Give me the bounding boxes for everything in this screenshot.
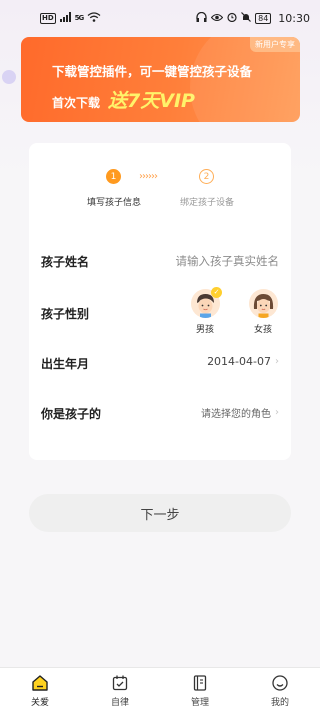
- step-indicator: 1 ›››››› 2 填写孩子信息 绑定孩子设备: [29, 167, 291, 217]
- hd-icon: HD: [40, 12, 56, 24]
- mute-bell-icon: [241, 11, 252, 25]
- parent-role-placeholder: 请选择您的角色: [201, 409, 271, 420]
- calendar-icon: [111, 674, 129, 692]
- battery-icon: 84: [255, 12, 272, 24]
- parent-role-label: 你是孩子的: [41, 407, 102, 421]
- decor-bubble: [2, 70, 16, 84]
- parent-role-select[interactable]: 请选择您的角色 ›: [201, 405, 279, 420]
- bottom-navigation: 关爱 自律 管理 我的: [0, 667, 320, 711]
- promo-banner[interactable]: 新用户专享 下载管控插件，可一键管控孩子设备 首次下载 送7天VIP: [21, 37, 300, 122]
- birth-date-row[interactable]: 出生年月 2014-04-07 ›: [41, 355, 279, 375]
- child-name-label: 孩子姓名: [41, 255, 90, 269]
- home-icon: [31, 674, 49, 692]
- step-1-circle: 1: [106, 169, 121, 184]
- nav-label-mine: 我的: [270, 698, 289, 708]
- girl-avatar-icon: [248, 289, 278, 318]
- selected-check-icon: ✓: [211, 287, 222, 298]
- headphones-icon: [196, 11, 207, 25]
- signal-icon: [59, 11, 74, 25]
- nav-item-manage[interactable]: 管理: [160, 668, 240, 711]
- network-type: 5G: [74, 14, 85, 22]
- parent-role-row[interactable]: 你是孩子的 请选择您的角色 ›: [41, 405, 279, 425]
- gender-option-boy[interactable]: ✓ 男孩: [187, 287, 223, 335]
- nav-item-discipline[interactable]: 自律: [80, 668, 160, 711]
- nav-label-discipline: 自律: [110, 698, 129, 708]
- status-right: 84 10:30: [196, 11, 310, 25]
- nav-item-care[interactable]: 关爱: [0, 668, 80, 711]
- eye-icon: [210, 12, 224, 25]
- birth-date-text: 2014-04-07: [207, 355, 271, 368]
- birth-date-value[interactable]: 2014-04-07 ›: [207, 355, 279, 368]
- promo-offer-prefix: 首次下载: [52, 96, 101, 110]
- step-progress-arrows: ››››››: [139, 171, 158, 182]
- status-left: HD 5G: [40, 11, 101, 25]
- promo-headline: 下载管控插件，可一键管控孩子设备: [52, 64, 253, 79]
- wifi-icon: [87, 11, 101, 25]
- status-time: 10:30: [278, 11, 310, 25]
- status-bar: HD 5G 84 10:30: [0, 0, 320, 36]
- child-name-input[interactable]: 请输入孩子真实姓名: [176, 253, 280, 269]
- gender-girl-label: 女孩: [253, 325, 272, 335]
- profile-smile-icon: [271, 674, 289, 692]
- step-1-label: 填写孩子信息: [87, 198, 142, 208]
- nav-item-mine[interactable]: 我的: [240, 668, 320, 711]
- gender-option-girl[interactable]: 女孩: [245, 289, 281, 335]
- step-2-label: 绑定孩子设备: [180, 198, 235, 208]
- child-info-card: 1 ›››››› 2 填写孩子信息 绑定孩子设备 孩子姓名 请输入孩子真实姓名 …: [29, 143, 291, 460]
- promo-offer-highlight: 送7天VIP: [108, 90, 195, 112]
- nav-label-care: 关爱: [30, 698, 49, 708]
- child-name-row[interactable]: 孩子姓名 请输入孩子真实姓名: [41, 253, 279, 273]
- nav-label-manage: 管理: [190, 698, 209, 708]
- birth-date-label: 出生年月: [41, 357, 90, 371]
- child-gender-label: 孩子性别: [41, 307, 90, 321]
- step-2-circle: 2: [199, 169, 214, 184]
- new-user-tag: 新用户专享: [250, 37, 300, 52]
- gender-boy-label: 男孩: [195, 325, 214, 335]
- child-gender-row: 孩子性别 ✓ 男孩 女孩: [41, 287, 281, 339]
- alarm-icon: [227, 12, 237, 25]
- chevron-right-icon: ›: [275, 407, 279, 418]
- next-step-button[interactable]: 下一步: [29, 494, 291, 532]
- promo-offer: 首次下载 送7天VIP: [52, 86, 195, 113]
- notebook-icon: [191, 674, 209, 692]
- chevron-right-icon: ›: [275, 356, 279, 367]
